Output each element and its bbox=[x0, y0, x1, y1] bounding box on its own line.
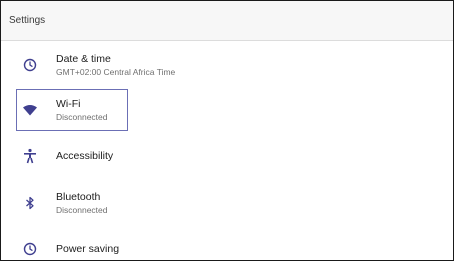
settings-item-summary: Disconnected bbox=[56, 205, 108, 215]
wifi-icon bbox=[22, 102, 38, 118]
settings-item-summary: Disconnected bbox=[56, 112, 108, 122]
settings-item-accessibility[interactable]: Accessibility bbox=[1, 134, 453, 178]
settings-item-label: Bluetooth bbox=[56, 191, 101, 203]
toolbar: Settings bbox=[1, 1, 453, 41]
settings-item-label: Accessibility bbox=[56, 150, 114, 162]
settings-item-wifi[interactable]: Wi-Fi Disconnected bbox=[1, 88, 453, 132]
settings-item-date-time[interactable]: Date & time GMT+02:00 Central Africa Tim… bbox=[1, 43, 453, 87]
clock-icon bbox=[22, 57, 38, 73]
settings-item-label: Date & time bbox=[56, 53, 111, 65]
page-title: Settings bbox=[9, 15, 46, 26]
clock-icon bbox=[22, 241, 38, 257]
settings-item-bluetooth[interactable]: Bluetooth Disconnected bbox=[1, 181, 453, 225]
settings-item-label: Wi-Fi bbox=[56, 98, 81, 110]
settings-screen: Settings Date & time GMT+02:00 Central A… bbox=[0, 0, 454, 261]
settings-item-summary: GMT+02:00 Central Africa Time bbox=[56, 67, 176, 77]
bluetooth-icon bbox=[22, 195, 38, 211]
settings-item-power-saving[interactable]: Power saving bbox=[1, 227, 453, 260]
settings-item-label: Power saving bbox=[56, 243, 120, 255]
accessibility-icon bbox=[22, 148, 38, 164]
